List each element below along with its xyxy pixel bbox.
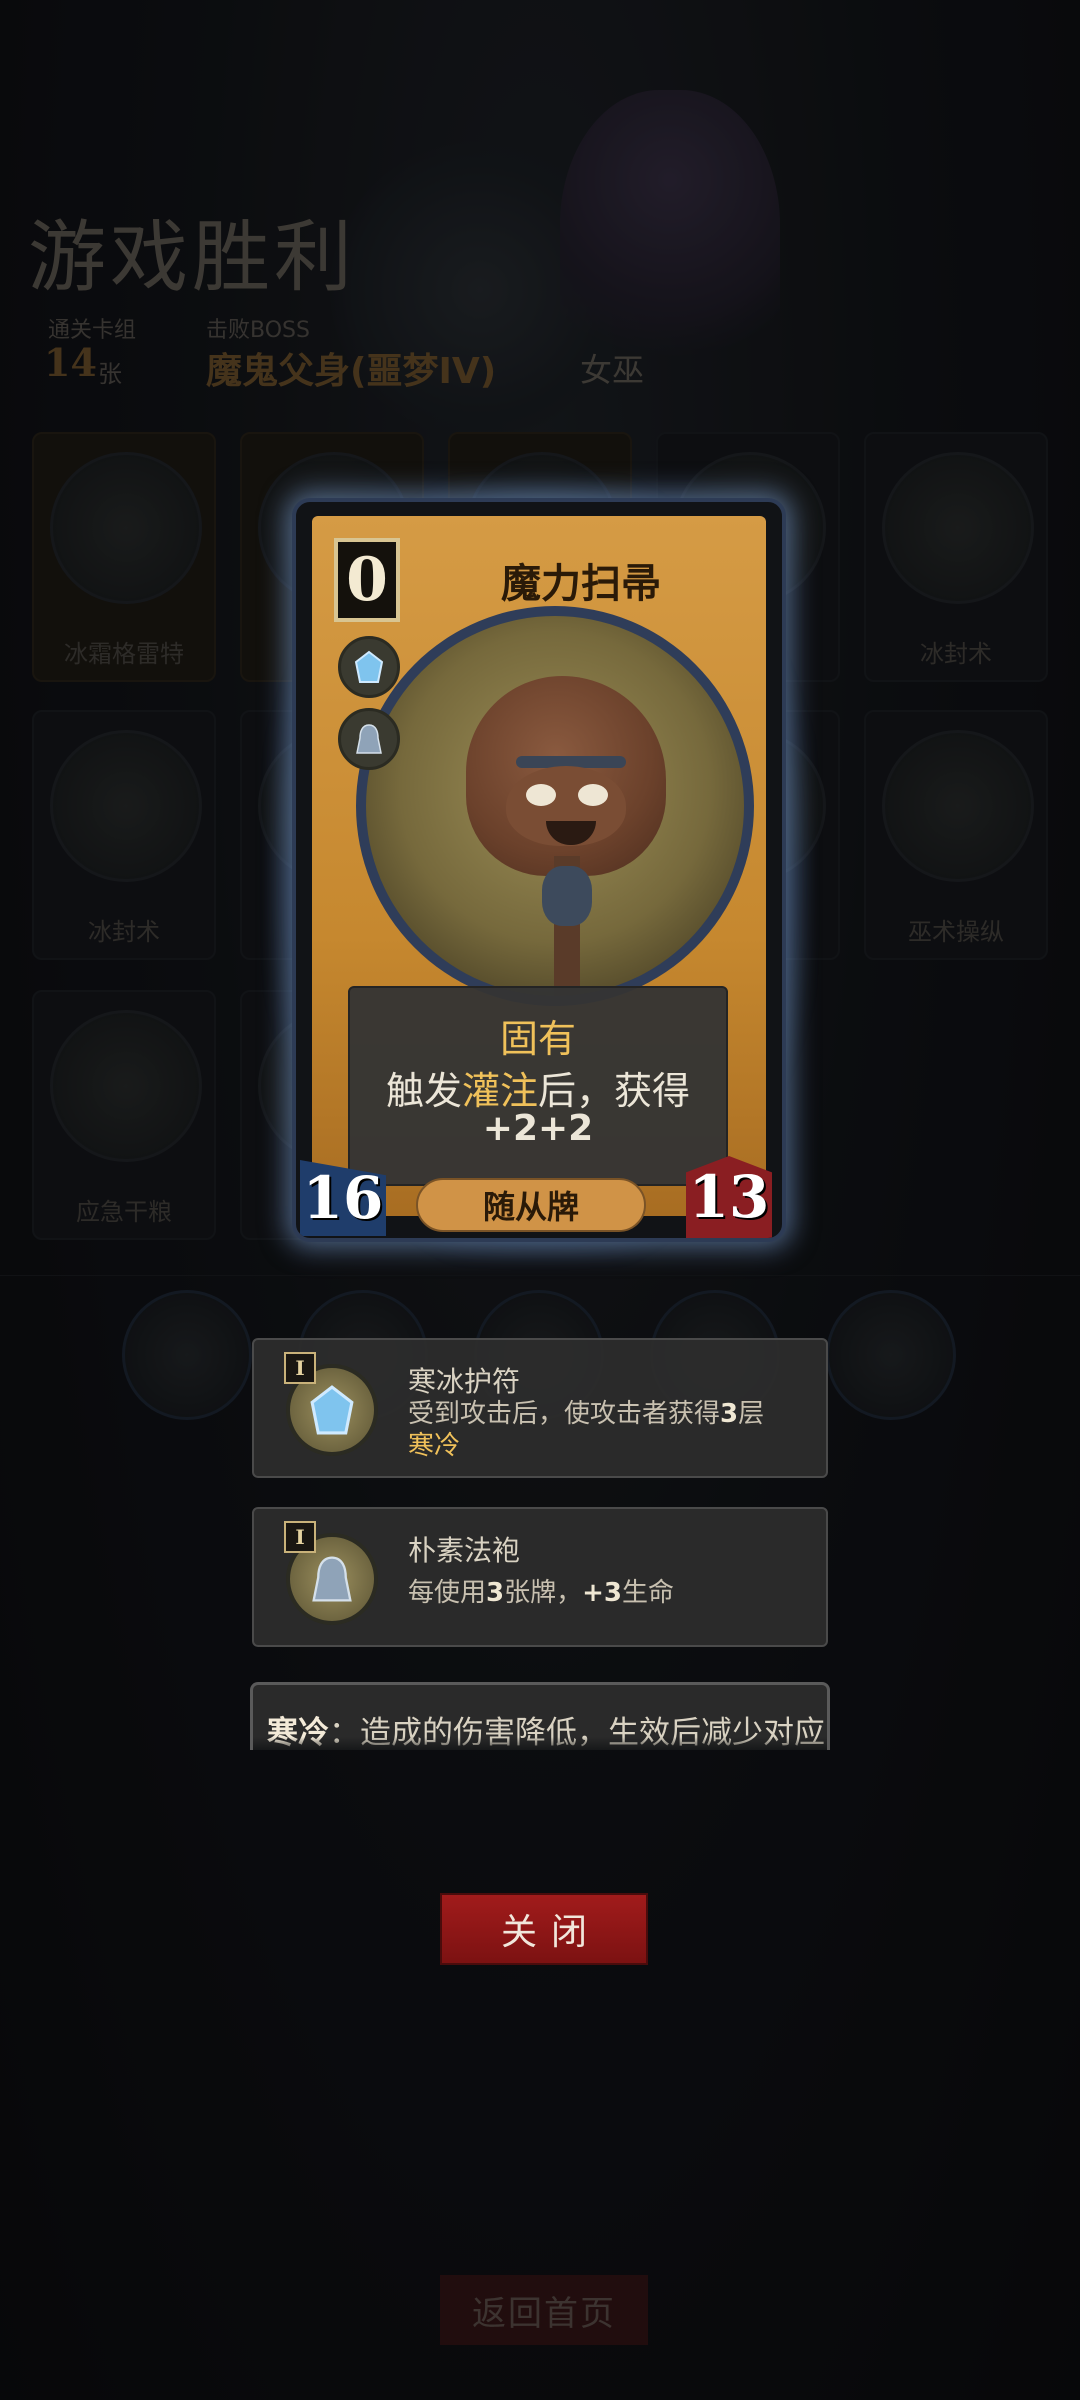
tooltip-title: 朴素法袍 bbox=[408, 1534, 521, 1567]
tooltip-ice-amulet: I 寒冰护符 受到攻击后，使攻击者获得3层 寒冷 bbox=[252, 1338, 828, 1478]
card-description-stats: +2+2 bbox=[482, 1108, 594, 1149]
card-frame: 0 魔力扫帚 固有 触发灌注后，获得 +2+2 bbox=[312, 516, 766, 1216]
tier-badge: I bbox=[284, 1521, 316, 1553]
card-health: 13 bbox=[686, 1156, 772, 1238]
card-art-broom bbox=[356, 606, 754, 1006]
keyword-glossary[interactable]: 寒冷：造成的伤害降低，生效后减少对应 bbox=[250, 1682, 830, 1750]
card-description: 触发灌注后，获得 bbox=[385, 1069, 691, 1113]
featured-card: 0 魔力扫帚 固有 触发灌注后，获得 +2+2 16 13 随从牌 bbox=[292, 498, 786, 1242]
tooltip-description: 受到攻击后，使攻击者获得3层 寒冷 bbox=[408, 1399, 765, 1461]
ice-amulet-icon bbox=[338, 636, 400, 698]
card-name-box: 魔力扫帚 bbox=[406, 542, 756, 618]
robe-icon bbox=[338, 708, 400, 770]
card-type-badge: 随从牌 bbox=[416, 1178, 646, 1232]
tooltip-plain-robe: I 朴素法袍 每使用3张牌，+3生命 bbox=[252, 1507, 828, 1647]
tier-badge: I bbox=[284, 1352, 316, 1384]
tooltip-title: 寒冰护符 bbox=[408, 1365, 521, 1398]
card-name: 魔力扫帚 bbox=[501, 561, 661, 607]
close-button[interactable]: 关闭 bbox=[440, 1893, 648, 1965]
tooltip-description: 每使用3张牌，+3生命 bbox=[408, 1578, 675, 1608]
card-cost: 0 bbox=[334, 538, 400, 622]
card-text-box: 固有 触发灌注后，获得 +2+2 bbox=[348, 986, 728, 1186]
card-keyword: 固有 bbox=[499, 1017, 576, 1061]
